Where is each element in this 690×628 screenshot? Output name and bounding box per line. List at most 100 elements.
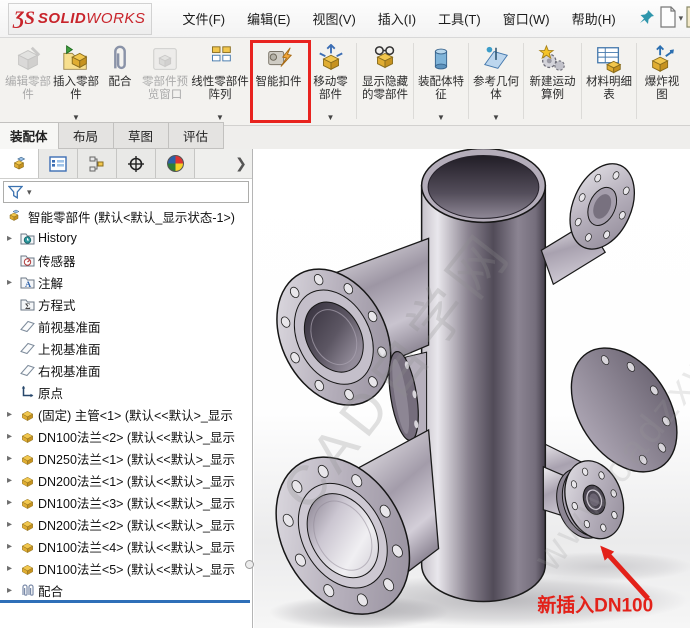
tree-item-dn200-flange-1[interactable]: ▸ DN200法兰<1> (默认<<默认>_显示 (0, 469, 252, 491)
bill-of-materials-button[interactable]: 材料明细表 (584, 41, 634, 123)
part-icon (20, 407, 38, 422)
reference-geometry-icon (481, 43, 511, 75)
filter-caret-icon[interactable]: ▾ (27, 187, 32, 198)
expand-arrow-icon[interactable]: ▸ (7, 453, 20, 464)
linear-component-pattern-icon (205, 43, 235, 75)
feature-tree: 智能零部件 (默认<默认_显示状态-1>) ▸ History ▸ 传感器 ▸ … (0, 205, 252, 601)
tab-layout[interactable]: 布局 (57, 122, 114, 149)
tab-sketch[interactable]: 草图 (112, 122, 169, 149)
open-document-icon[interactable] (685, 6, 690, 31)
display-manager-tab[interactable] (156, 149, 195, 178)
menu-view[interactable]: 视图(V) (303, 5, 364, 32)
tree-item-mates[interactable]: ▸ 配合 (0, 579, 252, 601)
menu-file[interactable]: 文件(F) (174, 5, 235, 32)
tree-item-history[interactable]: ▸ History (0, 227, 252, 249)
annotation-label: 新插入DN100 (537, 593, 653, 616)
exploded-view-icon (647, 43, 677, 75)
assembly-features-icon (426, 43, 456, 75)
equations-folder-icon: Σ (20, 297, 38, 311)
rollback-bar[interactable] (0, 600, 250, 603)
annotations-folder-icon: A (20, 275, 38, 289)
new-motion-study-icon (537, 43, 568, 75)
component-preview-window-icon (150, 43, 180, 75)
mates-paperclip-icon (20, 583, 38, 598)
tree-item-sensors[interactable]: ▸ 传感器 (0, 249, 252, 271)
menu-insert[interactable]: 插入(I) (369, 5, 425, 32)
expand-arrow-icon[interactable]: ▸ (7, 585, 20, 596)
new-document-icon[interactable] (659, 6, 677, 31)
dropdown-caret-icon[interactable]: ▼ (492, 113, 500, 123)
tab-assembly[interactable]: 装配体 (0, 122, 59, 149)
tree-item-dn100-flange-3[interactable]: ▸ DN100法兰<3> (默认<<默认>_显示 (0, 491, 252, 513)
toolbar-separator (636, 43, 637, 119)
tree-item-main-pipe[interactable]: ▸ (固定) 主管<1> (默认<<默认>_显示 (0, 403, 252, 425)
menu-tools[interactable]: 工具(T) (429, 5, 490, 32)
new-document-caret-icon[interactable]: ▾ (679, 13, 684, 24)
tree-item-top-plane[interactable]: ▸ 上视基准面 (0, 337, 252, 359)
property-manager-tab[interactable] (39, 149, 78, 178)
feature-manager-tab[interactable] (0, 149, 39, 178)
dimxpert-manager-tab[interactable] (117, 149, 156, 178)
tree-item-equations[interactable]: ▸ Σ 方程式 (0, 293, 252, 315)
flange-dn100-upper-right[interactable] (540, 154, 647, 286)
tree-item-annotations[interactable]: ▸ A 注解 (0, 271, 252, 293)
manager-tab-strip: ❯ (0, 149, 252, 179)
plane-icon (20, 319, 38, 333)
sensors-folder-icon (20, 253, 38, 267)
tree-item-dn200-flange-2[interactable]: ▸ DN200法兰<2> (默认<<默认>_显示 (0, 513, 252, 535)
expand-arrow-icon[interactable]: ▸ (7, 475, 20, 486)
main-pipe[interactable] (420, 149, 547, 603)
logo-text-works: WORKS (86, 10, 146, 27)
expand-arrow-icon[interactable]: ▸ (7, 409, 20, 420)
graphics-viewport[interactable]: CAD自学网 www.cadzxw.com 新插入DN100 (254, 149, 690, 628)
smart-fasteners-button[interactable]: 智能扣件 (250, 41, 307, 123)
dropdown-caret-icon[interactable]: ▼ (327, 113, 335, 123)
tree-item-right-plane[interactable]: ▸ 右视基准面 (0, 359, 252, 381)
new-motion-study-button[interactable]: 新建运动算例 (526, 41, 579, 123)
pin-menu-icon[interactable] (639, 9, 655, 28)
linear-component-pattern-button[interactable]: 线性零部件阵列 ▼ (190, 41, 250, 123)
expand-arrow-icon[interactable]: ▸ (7, 431, 20, 442)
menu-edit[interactable]: 编辑(E) (238, 5, 299, 32)
tree-item-dn250-flange-1[interactable]: ▸ DN250法兰<1> (默认<<默认>_显示 (0, 447, 252, 469)
move-component-button[interactable]: 移动零部件 ▼ (307, 41, 354, 123)
expand-arrow-icon[interactable]: ▸ (7, 277, 20, 288)
toolbar-separator (413, 43, 414, 119)
command-manager-toolbar: 编辑零部件 插入零部件 ▼ 配合 零部件预览窗口 线性零部件阵列 ▼ 智能扣件 (0, 38, 690, 126)
tree-filter-box[interactable]: ▾ (3, 181, 249, 203)
mate-button[interactable]: 配合 (100, 41, 140, 123)
smart-fasteners-icon (264, 43, 294, 75)
configuration-manager-tab[interactable] (78, 149, 117, 178)
expand-arrow-icon[interactable]: ▸ (7, 541, 20, 552)
expand-arrow-icon[interactable]: ▸ (7, 563, 20, 574)
insert-component-button[interactable]: 插入零部件 ▼ (52, 41, 100, 123)
tree-root-assembly[interactable]: 智能零部件 (默认<默认_显示状态-1>) (0, 205, 252, 227)
tree-item-front-plane[interactable]: ▸ 前视基准面 (0, 315, 252, 337)
toolbar-separator (523, 43, 524, 119)
assembly-features-button[interactable]: 装配体特征 ▼ (416, 41, 466, 123)
part-icon (20, 451, 38, 466)
expand-arrow-icon[interactable]: ▸ (7, 519, 20, 530)
menu-window[interactable]: 窗口(W) (494, 5, 559, 32)
toolbar-separator (581, 43, 582, 119)
dimxpert-target-icon (128, 155, 144, 172)
expand-arrow-icon[interactable]: ▸ (7, 497, 20, 508)
tab-evaluate[interactable]: 评估 (167, 122, 224, 149)
tree-item-dn100-flange-2[interactable]: ▸ DN100法兰<2> (默认<<默认>_显示 (0, 425, 252, 447)
splitter-grip[interactable] (245, 560, 254, 569)
reference-geometry-button[interactable]: 参考几何体 ▼ (471, 41, 521, 123)
dropdown-caret-icon[interactable]: ▼ (437, 113, 445, 123)
expand-arrow-icon[interactable]: ▸ (7, 233, 20, 244)
feature-manager-panel: ❯ ▾ 智能零部件 (默认<默认_显示状态-1>) ▸ History ▸ 传感… (0, 149, 254, 628)
component-preview-window-button[interactable]: 零部件预览窗口 (140, 41, 190, 123)
solidworks-logo: ƷS SOLIDWORKS (8, 2, 152, 35)
show-hidden-components-button[interactable]: 显示隐藏的零部件 (359, 41, 411, 123)
panel-expand-arrow[interactable]: ❯ (230, 149, 252, 178)
tree-item-dn100-flange-5[interactable]: ▸ DN100法兰<5> (默认<<默认>_显示 (0, 557, 252, 579)
tree-item-dn100-flange-4[interactable]: ▸ DN100法兰<4> (默认<<默认>_显示 (0, 535, 252, 557)
tree-item-origin[interactable]: ▸ 原点 (0, 381, 252, 403)
exploded-view-button[interactable]: 爆炸视图 (639, 41, 685, 123)
menu-help[interactable]: 帮助(H) (563, 5, 625, 32)
edit-component-button[interactable]: 编辑零部件 (4, 41, 52, 123)
3d-model-pipe-assembly[interactable]: CAD自学网 www.cadzxw.com 新插入DN100 (254, 149, 690, 628)
